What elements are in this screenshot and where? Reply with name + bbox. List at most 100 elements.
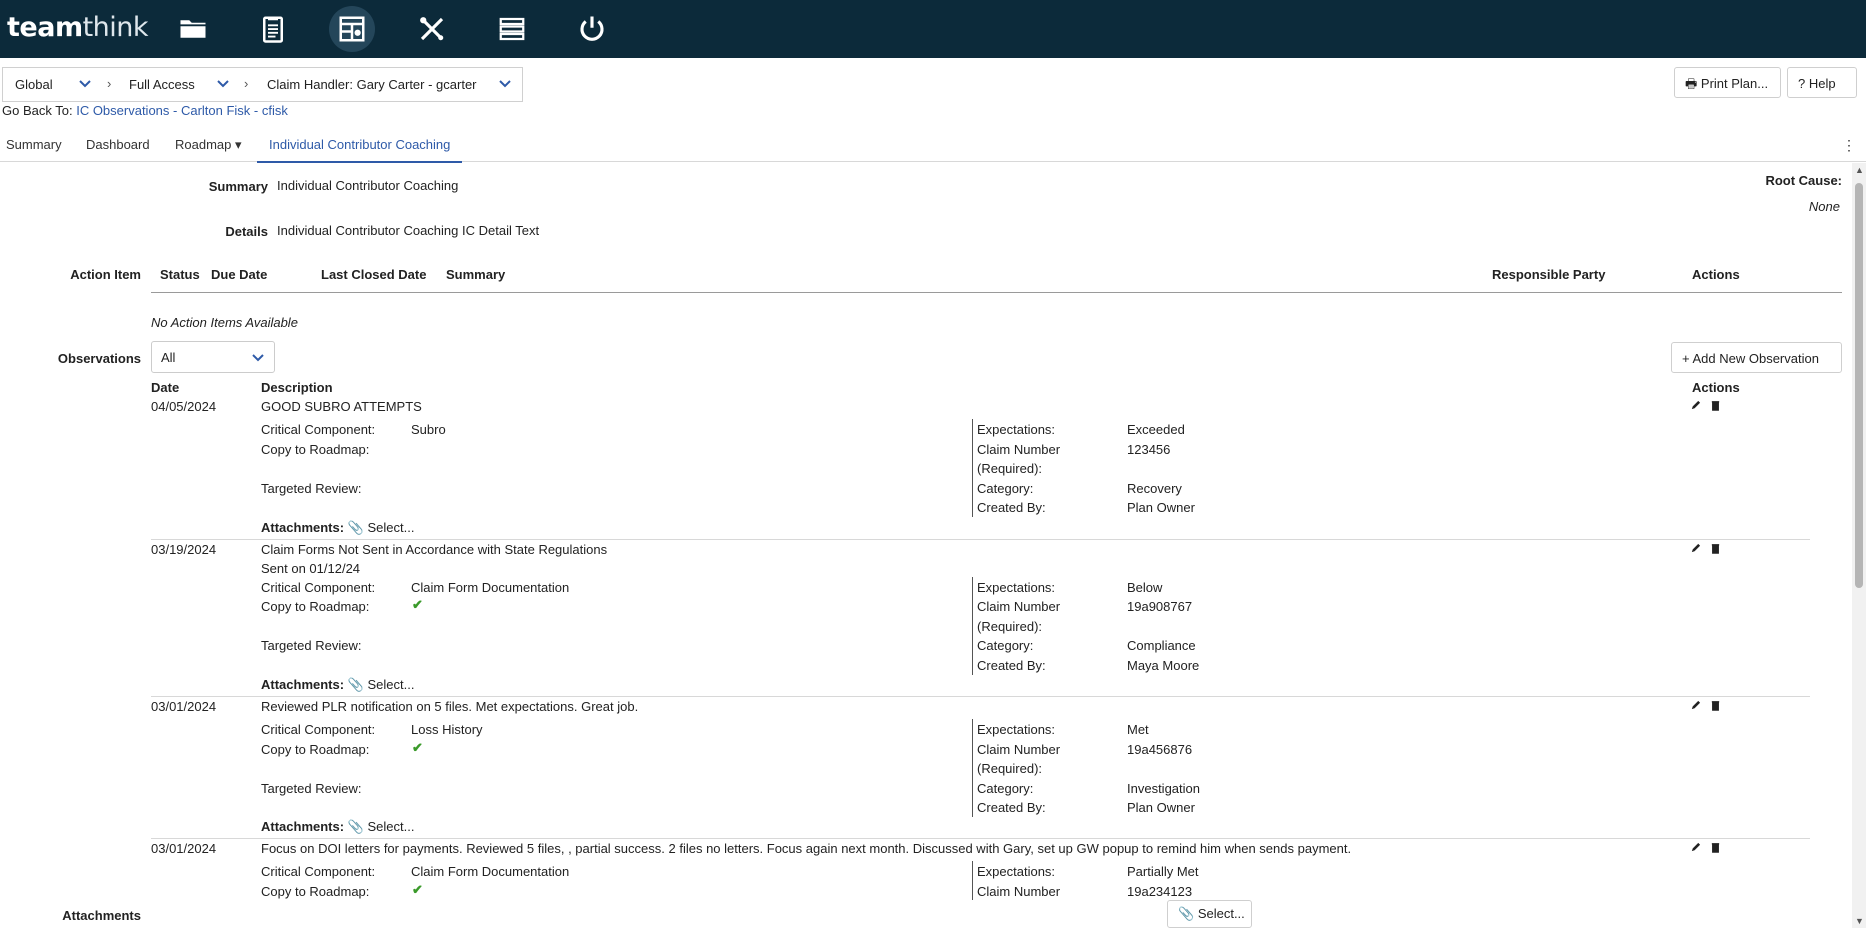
observation-date: 03/19/2024 xyxy=(151,542,217,557)
claim-number-value: 123456 xyxy=(1127,442,1171,457)
edit-icon[interactable] xyxy=(1690,400,1701,411)
folder-icon[interactable] xyxy=(170,6,216,52)
action-item-label: Action Item xyxy=(70,267,141,282)
print-plan-button[interactable]: 🖶 Print Plan... xyxy=(1674,67,1781,98)
observation-date: 04/05/2024 xyxy=(151,399,217,414)
row-actions xyxy=(1690,542,1730,557)
delete-icon[interactable] xyxy=(1710,700,1721,711)
expectations-value: Met xyxy=(1127,722,1149,737)
scrollbar[interactable]: ▲ ▼ xyxy=(1852,163,1866,928)
attachments-footer: Attachments 📎 Select... xyxy=(0,900,1852,928)
edit-icon[interactable] xyxy=(1690,543,1701,554)
claim-number-value: 19a908767 xyxy=(1127,599,1193,614)
observations-filter-select[interactable]: All xyxy=(151,341,275,373)
created-by-value: Maya Moore xyxy=(1127,658,1200,673)
help-button[interactable]: ? Help xyxy=(1787,67,1857,98)
column-divider xyxy=(972,419,973,517)
header-divider xyxy=(151,292,1842,293)
attachment-select-link[interactable]: Select... xyxy=(368,819,415,834)
edit-icon[interactable] xyxy=(1690,842,1701,853)
date-header: Date xyxy=(151,380,180,395)
delete-icon[interactable] xyxy=(1710,842,1721,853)
scroll-up-icon[interactable]: ▲ xyxy=(1855,165,1864,175)
go-back-link[interactable]: IC Observations - Carlton Fisk - cfisk xyxy=(76,103,288,118)
print-icon: 🖶 xyxy=(1685,76,1698,91)
category-value: Compliance xyxy=(1127,638,1196,653)
delete-icon[interactable] xyxy=(1710,543,1721,554)
last-closed-date-header: Last Closed Date xyxy=(321,267,427,282)
paperclip-icon: 📎 xyxy=(347,819,364,834)
critical-component-value: Claim Form Documentation xyxy=(411,580,570,595)
check-icon: ✔ xyxy=(412,882,423,897)
power-icon[interactable] xyxy=(569,6,615,52)
created-by-value: Plan Owner xyxy=(1127,800,1195,815)
expectations-value: Exceeded xyxy=(1127,422,1185,437)
attachments-select-button[interactable]: 📎 Select... xyxy=(1167,900,1252,928)
tab-summary[interactable]: Summary xyxy=(6,131,62,161)
user-dropdown-label[interactable]: Claim Handler: Gary Carter - gcarter xyxy=(267,68,477,101)
details-label: Details xyxy=(225,224,268,239)
paperclip-icon: 📎 xyxy=(347,520,364,535)
critical-component-value: Loss History xyxy=(411,722,483,737)
attachment-select-link[interactable]: Select... xyxy=(368,677,415,692)
breadcrumb: Global › Full Access › Claim Handler: Ga… xyxy=(2,67,523,102)
tab-dashboard[interactable]: Dashboard xyxy=(86,131,150,161)
plus-icon: + xyxy=(1682,351,1690,366)
chevron-down-icon[interactable] xyxy=(499,79,511,89)
summary-label: Summary xyxy=(208,179,268,194)
row-actions xyxy=(1690,399,1730,414)
clipboard-icon[interactable] xyxy=(250,6,296,52)
scroll-down-icon[interactable]: ▼ xyxy=(1855,916,1864,926)
action-summary-header: Summary xyxy=(446,267,506,282)
claim-number-value: 19a456876 xyxy=(1127,742,1193,757)
check-icon: ✔ xyxy=(412,597,423,612)
scroll-thumb[interactable] xyxy=(1855,183,1863,588)
observation-date: 03/01/2024 xyxy=(151,841,217,856)
table-row: 03/01/2024 Focus on DOI letters for paym… xyxy=(151,841,1810,901)
summary-value: Individual Contributor Coaching xyxy=(277,178,459,193)
chevron-down-icon[interactable] xyxy=(79,79,91,89)
attachments-row: Attachments: 📎 Select... xyxy=(261,677,415,692)
breadcrumb-separator: › xyxy=(244,76,249,91)
help-icon: ? xyxy=(1798,76,1806,91)
tab-individual-contributor-coaching[interactable]: Individual Contributor Coaching xyxy=(257,131,463,163)
attachment-select-link[interactable]: Select... xyxy=(368,520,415,535)
table-row: 04/05/2024 GOOD SUBRO ATTEMPTS Critical … xyxy=(151,399,1810,540)
tab-bar: Summary Dashboard Roadmap ▾ Individual C… xyxy=(0,131,1866,163)
edit-icon[interactable] xyxy=(1690,700,1701,711)
column-divider xyxy=(972,861,973,901)
dashboard-icon[interactable] xyxy=(329,6,375,52)
add-new-observation-button[interactable]: + Add New Observation xyxy=(1671,342,1842,373)
delete-icon[interactable] xyxy=(1710,400,1721,411)
details-value: Individual Contributor Coaching IC Detai… xyxy=(277,223,540,238)
layers-icon[interactable] xyxy=(489,6,535,52)
row-actions xyxy=(1690,699,1730,714)
observation-description: Focus on DOI letters for payments. Revie… xyxy=(261,841,1352,856)
expectations-value: Below xyxy=(1127,580,1163,595)
more-options-icon[interactable]: ⋮ xyxy=(1842,137,1856,154)
column-divider xyxy=(972,577,973,675)
top-navigation-bar: teamthink xyxy=(0,0,1866,58)
chevron-down-icon xyxy=(252,354,264,362)
scope-dropdown-label[interactable]: Global xyxy=(15,68,53,101)
expectations-value: Partially Met xyxy=(1127,864,1199,879)
table-row: 03/19/2024 Claim Forms Not Sent in Accor… xyxy=(151,542,1810,697)
table-row: 03/01/2024 Reviewed PLR notification on … xyxy=(151,699,1810,839)
paperclip-icon: 📎 xyxy=(1178,906,1195,921)
teamthink-logo[interactable]: teamthink xyxy=(7,12,149,43)
tab-roadmap[interactable]: Roadmap ▾ xyxy=(175,131,242,161)
go-back-link-row: Go Back To: IC Observations - Carlton Fi… xyxy=(2,103,288,118)
access-dropdown-label[interactable]: Full Access xyxy=(129,68,195,101)
paperclip-icon: 📎 xyxy=(347,677,364,692)
column-divider xyxy=(972,719,973,817)
observations-actions-header: Actions xyxy=(1692,380,1740,395)
tools-icon[interactable] xyxy=(409,6,455,52)
chevron-down-icon[interactable] xyxy=(217,79,229,89)
observation-date: 03/01/2024 xyxy=(151,699,217,714)
due-date-header: Due Date xyxy=(211,267,268,282)
root-cause-value: None xyxy=(1808,199,1840,214)
category-value: Recovery xyxy=(1127,481,1182,496)
observation-description: GOOD SUBRO ATTEMPTS xyxy=(261,399,422,414)
critical-component-value: Subro xyxy=(411,422,446,437)
responsible-party-header: Responsible Party xyxy=(1492,267,1606,282)
